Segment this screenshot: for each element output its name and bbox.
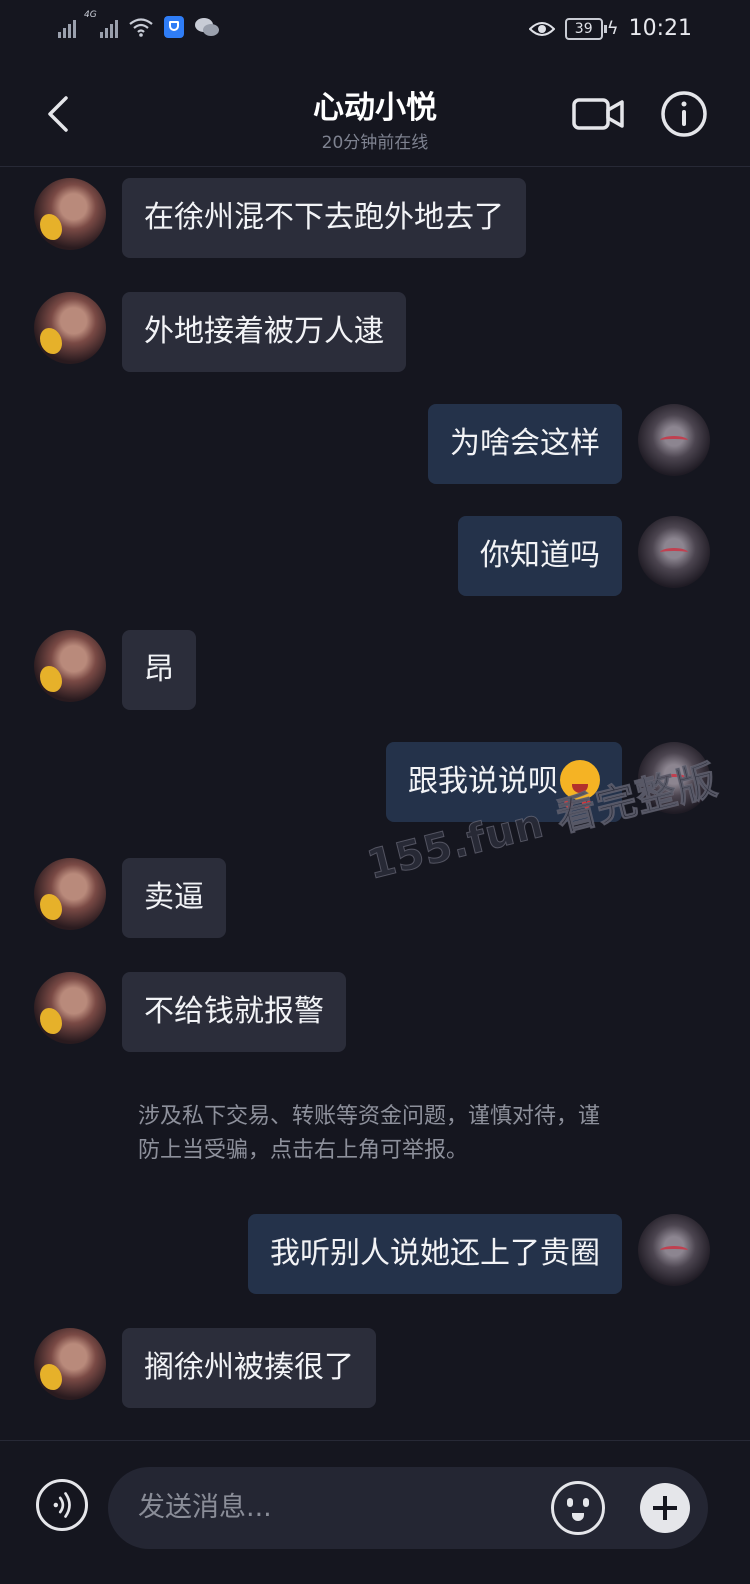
online-status: 20分钟前在线 [321, 133, 429, 153]
input-bar: 发送消息... [0, 1440, 750, 1584]
message-item-received: 卖逼 [34, 858, 226, 938]
message-bubble[interactable]: 我听别人说她还上了贵圈 [248, 1214, 622, 1294]
security-shield-icon [164, 16, 184, 38]
status-right: 39 ϟ 10:21 [528, 16, 692, 41]
status-bar: 4G 39 ϟ 10:21 [0, 0, 750, 62]
battery-icon: 39 ϟ [564, 17, 619, 40]
user-avatar[interactable] [638, 404, 710, 476]
user-avatar[interactable] [638, 1214, 710, 1286]
status-left: 4G [58, 10, 220, 38]
message-item-sent: 我听别人说她还上了贵圈 [248, 1214, 710, 1294]
message-item-received: 搁徐州被揍很了 [34, 1328, 376, 1408]
message-bubble[interactable]: 昂 [122, 630, 196, 710]
user-avatar[interactable] [638, 516, 710, 588]
signal-no-sim-icon [58, 16, 76, 38]
contact-name[interactable]: 心动小悦 [0, 82, 750, 127]
message-bubble[interactable]: 为啥会这样 [428, 404, 622, 484]
wifi-icon [129, 18, 153, 37]
signal-4g-icon: 4G [84, 10, 118, 38]
battery-level: 39 [564, 17, 603, 40]
contact-avatar[interactable] [34, 292, 106, 364]
eye-comfort-icon [528, 21, 555, 36]
add-attachment-icon[interactable] [640, 1483, 690, 1533]
voice-input-icon[interactable] [36, 1479, 88, 1531]
wechat-icon [195, 18, 219, 36]
contact-avatar[interactable] [34, 1328, 106, 1400]
contact-avatar[interactable] [34, 972, 106, 1044]
clock: 10:21 [628, 16, 692, 41]
message-item-received: 外地接着被万人逮 [34, 292, 406, 372]
message-bubble[interactable]: 卖逼 [122, 858, 226, 938]
contact-avatar[interactable] [34, 858, 106, 930]
chat-header: 心动小悦 20分钟前在线 [0, 62, 750, 167]
message-item-sent: 你知道吗 [458, 516, 710, 596]
message-bubble[interactable]: 你知道吗 [458, 516, 622, 596]
video-call-icon[interactable] [572, 92, 624, 136]
message-item-sent: 为啥会这样 [428, 404, 710, 484]
message-bubble[interactable]: 不给钱就报警 [122, 972, 346, 1052]
contact-avatar[interactable] [34, 630, 106, 702]
message-bubble[interactable]: 在徐州混不下去跑外地去了 [122, 178, 526, 258]
info-icon[interactable] [660, 90, 708, 138]
message-bubble[interactable]: 外地接着被万人逮 [122, 292, 406, 372]
message-item-received: 昂 [34, 630, 196, 710]
emoji-picker-icon[interactable] [551, 1481, 605, 1535]
charging-icon: ϟ [606, 18, 619, 39]
message-input[interactable]: 发送消息... [108, 1467, 708, 1549]
contact-avatar[interactable] [34, 178, 106, 250]
message-item-received: 不给钱就报警 [34, 972, 346, 1052]
message-bubble[interactable]: 搁徐州被揍很了 [122, 1328, 376, 1408]
message-input-placeholder: 发送消息... [138, 1492, 272, 1523]
message-item-received: 在徐州混不下去跑外地去了 [34, 178, 526, 258]
network-type-label: 4G [84, 10, 97, 20]
safety-notice: 涉及私下交易、转账等资金问题，谨慎对待，谨防上当受骗，点击右上角可举报。 [138, 1104, 601, 1163]
